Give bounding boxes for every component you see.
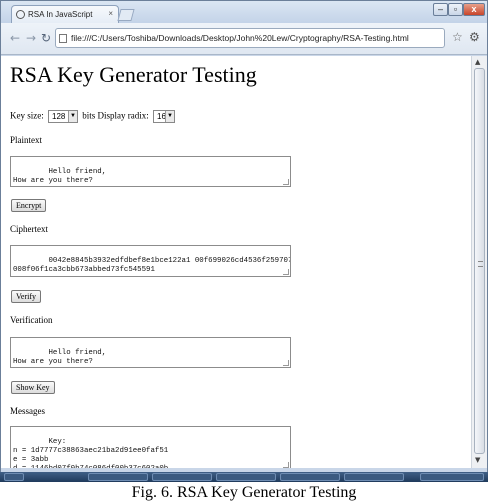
back-arrow-icon[interactable]: ← bbox=[10, 31, 20, 45]
plaintext-value: Hello friend, How are you there? bbox=[13, 168, 107, 185]
taskbar-item[interactable] bbox=[216, 473, 276, 481]
verification-label: Verification bbox=[10, 315, 53, 325]
new-tab-button[interactable] bbox=[117, 9, 135, 21]
close-window-button[interactable]: x bbox=[463, 3, 485, 16]
plaintext-label: Plaintext bbox=[10, 135, 42, 145]
messages-label: Messages bbox=[10, 406, 45, 416]
page-viewport: RSA Key Generator Testing Key size: 128 … bbox=[1, 56, 487, 468]
ciphertext-value: 0042e8845b3932edfdbef8e1bce122a1 00f6990… bbox=[13, 257, 290, 274]
file-page-icon bbox=[59, 34, 67, 43]
minimize-button[interactable]: – bbox=[433, 3, 448, 16]
display-radix-select[interactable]: 16 ▼ bbox=[153, 110, 175, 123]
vertical-scrollbar[interactable]: ▲ ▼ bbox=[471, 56, 487, 468]
reload-icon[interactable]: ↻ bbox=[41, 31, 51, 45]
chevron-down-icon: ▼ bbox=[165, 111, 174, 122]
verification-textarea[interactable]: Hello friend, How are you there? bbox=[10, 337, 291, 368]
title-bar: RSA In JavaScript × – ▫ x bbox=[1, 1, 487, 23]
resize-handle-icon[interactable] bbox=[283, 179, 289, 185]
browser-tab[interactable]: RSA In JavaScript × bbox=[11, 5, 119, 23]
verification-value: Hello friend, How are you there? bbox=[13, 349, 107, 366]
wrench-menu-icon[interactable]: ⚙ bbox=[469, 30, 480, 44]
resize-handle-icon[interactable] bbox=[283, 269, 289, 275]
key-size-select[interactable]: 128 ▼ bbox=[48, 110, 78, 123]
page-title: RSA Key Generator Testing bbox=[10, 62, 257, 87]
grip-icon bbox=[478, 261, 483, 267]
tab-close-icon[interactable]: × bbox=[108, 9, 113, 18]
ciphertext-label: Ciphertext bbox=[10, 224, 48, 234]
taskbar-item[interactable] bbox=[280, 473, 340, 481]
scroll-up-arrow-icon[interactable]: ▲ bbox=[475, 58, 480, 66]
forward-arrow-icon[interactable]: → bbox=[26, 31, 36, 45]
bookmark-star-icon[interactable]: ☆ bbox=[452, 30, 463, 44]
taskbar-item[interactable] bbox=[88, 473, 148, 481]
messages-textarea[interactable]: Key: n = 1d7777c38863aec21ba2d91ee0faf51… bbox=[10, 426, 291, 468]
browser-toolbar: ← → ↻ file:///C:/Users/Toshiba/Downloads… bbox=[1, 23, 487, 55]
figure-caption: Fig. 6. RSA Key Generator Testing bbox=[131, 484, 357, 501]
tab-title: RSA In JavaScript bbox=[28, 10, 93, 19]
start-button[interactable] bbox=[4, 473, 24, 481]
scroll-down-arrow-icon[interactable]: ▼ bbox=[475, 456, 480, 464]
plaintext-textarea[interactable]: Hello friend, How are you there? bbox=[10, 156, 291, 187]
maximize-button[interactable]: ▫ bbox=[448, 3, 463, 16]
taskbar-item[interactable] bbox=[344, 473, 404, 481]
browser-window: RSA In JavaScript × – ▫ x ← → ↻ file:///… bbox=[0, 0, 488, 482]
show-key-button[interactable]: Show Key bbox=[11, 381, 55, 394]
ciphertext-textarea[interactable]: 0042e8845b3932edfdbef8e1bce122a1 00f6990… bbox=[10, 245, 291, 277]
address-bar[interactable]: file:///C:/Users/Toshiba/Downloads/Deskt… bbox=[55, 28, 445, 48]
taskbar bbox=[0, 472, 488, 482]
taskbar-item[interactable] bbox=[152, 473, 212, 481]
address-text: file:///C:/Users/Toshiba/Downloads/Deskt… bbox=[71, 33, 409, 43]
display-radix-label: bits Display radix: bbox=[82, 110, 149, 121]
verify-button[interactable]: Verify bbox=[11, 290, 41, 303]
chevron-down-icon: ▼ bbox=[68, 111, 77, 122]
key-settings-row: Key size: 128 ▼ bits Display radix: 16 ▼ bbox=[10, 110, 177, 123]
page-favicon-icon bbox=[16, 10, 25, 19]
key-size-value: 128 bbox=[52, 112, 66, 121]
resize-handle-icon[interactable] bbox=[283, 360, 289, 366]
resize-handle-icon[interactable] bbox=[283, 462, 289, 468]
messages-value: Key: n = 1d7777c38863aec21ba2d91ee0faf51… bbox=[13, 438, 169, 468]
scrollbar-thumb[interactable] bbox=[474, 68, 485, 454]
taskbar-item[interactable] bbox=[420, 473, 484, 481]
encrypt-button[interactable]: Encrypt bbox=[11, 199, 47, 212]
key-size-label: Key size: bbox=[10, 110, 44, 121]
